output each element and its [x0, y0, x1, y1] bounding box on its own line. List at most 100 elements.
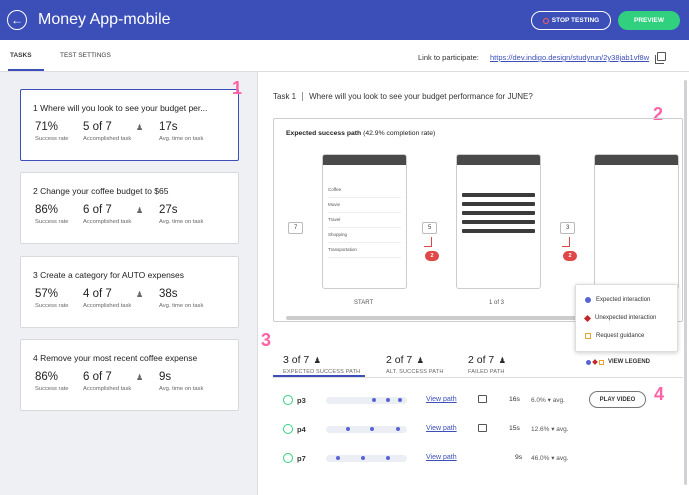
interaction-dot — [372, 398, 376, 402]
task-title: 4 Remove your most recent coffee expense — [33, 353, 198, 363]
task-title: 2 Change your coffee budget to $65 — [33, 186, 169, 196]
task-card-1[interactable]: 1 Where will you look to see your budget… — [20, 89, 239, 161]
legend-guidance-label: Request guidance — [596, 333, 645, 339]
vertical-scrollbar[interactable] — [684, 80, 687, 485]
unexpected-arrow-icon — [424, 237, 432, 247]
participant-avg: 6.0% ▾ avg. — [531, 397, 565, 404]
check-circle-icon — [283, 424, 293, 434]
stop-icon — [542, 17, 549, 24]
screen-thumbnail-2[interactable] — [594, 154, 679, 289]
people-icon: ♟ — [313, 356, 321, 365]
tab-test-settings[interactable]: TEST SETTINGS — [60, 52, 111, 59]
progress-bar — [462, 229, 535, 233]
participant-time: 15s — [509, 425, 520, 432]
path-title: Expected success path (42.9% completion … — [286, 130, 436, 137]
accomplished-task: 5 of 7 Accomplished task — [83, 121, 132, 142]
play-video-button[interactable]: PLAY VIDEO — [589, 391, 646, 408]
view-path-link[interactable]: View path — [426, 454, 457, 461]
comment-icon[interactable] — [478, 395, 487, 403]
participate-link[interactable]: https://dev.indigo.design/studyrun/2y38j… — [490, 53, 649, 62]
task-number: Task 1 — [273, 92, 297, 101]
unexpected-arrow-icon — [562, 237, 570, 247]
task-card-3[interactable]: 3 Create a category for AUTO expenses 57… — [20, 256, 239, 328]
horizontal-scrollbar[interactable] — [286, 316, 616, 320]
participant-avg: 12.6% ▾ avg. — [531, 426, 569, 433]
interaction-dot — [336, 456, 340, 460]
app-title: Money App-mobile — [38, 11, 171, 28]
progress-bar — [462, 193, 535, 197]
step-count-tag: 7 — [288, 222, 304, 234]
view-path-link[interactable]: View path — [426, 425, 457, 432]
accomplished-task: 4 of 7 Accomplished task — [83, 288, 132, 309]
comment-icon[interactable] — [478, 424, 487, 432]
participant-row: p7 View path 9s 46.0% ▾ avg. — [283, 453, 653, 467]
phone-row: Shopping — [328, 232, 401, 243]
check-circle-icon — [283, 395, 293, 405]
phone-row: Coffee — [328, 187, 401, 198]
red-diamond-icon — [583, 314, 592, 322]
view-path-link[interactable]: View path — [426, 396, 457, 403]
task-title: 3 Create a category for AUTO expenses — [33, 270, 185, 280]
orange-square-icon — [585, 333, 591, 339]
people-icon: ♟ — [136, 206, 144, 215]
check-circle-icon — [283, 453, 293, 463]
task-question: Where will you look to see your budget p… — [309, 92, 533, 101]
summary-alt-path[interactable]: 2 of 7 ♟ ALT. SUCCESS PATH — [386, 350, 444, 375]
path-progress-track — [326, 397, 407, 404]
participant-name: p7 — [297, 454, 306, 463]
screen-thumbnail-1[interactable] — [456, 154, 541, 289]
task-heading: Task 1 Where will you look to see your bu… — [273, 92, 533, 102]
blue-dot-icon — [585, 297, 591, 303]
task-detail-panel: Task 1 Where will you look to see your bu… — [258, 72, 689, 495]
progress-bar — [462, 220, 535, 224]
annotation-badge-3: 3 — [261, 330, 272, 350]
legend-unexpected: Unexpected interaction — [583, 314, 656, 322]
people-icon: ♟ — [136, 373, 144, 382]
avg-time: 38s Avg. time on task — [159, 288, 204, 309]
summary-divider — [273, 377, 683, 378]
active-tab-indicator — [8, 69, 44, 71]
participant-name: p3 — [297, 396, 306, 405]
success-rate: 86% Success rate — [35, 204, 69, 225]
interaction-dot — [396, 427, 400, 431]
avg-time: 17s Avg. time on task — [159, 121, 204, 142]
task-list-panel: 1 Where will you look to see your budget… — [0, 72, 258, 495]
participant-row: p4 View path 15s 12.6% ▾ avg. — [283, 424, 653, 438]
participate-link-label: Link to participate: — [418, 53, 479, 62]
summary-expected-path[interactable]: 3 of 7 ♟ EXPECTED SUCCESS PATH — [283, 350, 360, 375]
back-arrow-icon[interactable]: ← — [7, 10, 27, 30]
task-card-2[interactable]: 2 Change your coffee budget to $65 86% Su… — [20, 172, 239, 244]
legend-popover: Expected interaction Unexpected interact… — [575, 284, 678, 352]
interaction-dot — [361, 456, 365, 460]
screen-thumbnail-start[interactable]: Coffee Movie Travel Shopping Transportat… — [322, 154, 407, 289]
legend-expected: Expected interaction — [585, 297, 650, 303]
step-count-tag: 3 — [560, 222, 576, 234]
divider — [302, 92, 304, 102]
blue-dot-icon — [586, 359, 591, 365]
success-rate: 86% Success rate — [35, 371, 69, 392]
summary-value: 2 of 7 — [468, 354, 495, 366]
phone-row: Transportation — [328, 247, 401, 258]
success-rate: 57% Success rate — [35, 288, 69, 309]
people-icon: ♟ — [498, 356, 506, 365]
summary-label: FAILED PATH — [468, 369, 505, 375]
interaction-dot — [386, 398, 390, 402]
people-icon: ♟ — [136, 290, 144, 299]
copy-icon[interactable] — [655, 52, 666, 64]
stop-testing-button[interactable]: STOP TESTING — [531, 11, 611, 30]
view-legend-button[interactable]: VIEW LEGEND — [586, 359, 650, 365]
participant-time: 9s — [515, 454, 523, 461]
participant-name: p4 — [297, 425, 306, 434]
accomplished-task: 6 of 7 Accomplished task — [83, 371, 132, 392]
step-count-tag: 5 — [422, 222, 438, 234]
task-card-4[interactable]: 4 Remove your most recent coffee expense… — [20, 339, 239, 411]
people-icon: ♟ — [416, 356, 424, 365]
preview-button[interactable]: PREVIEW — [618, 11, 680, 30]
path-progress-track — [326, 455, 407, 462]
summary-failed-path[interactable]: 2 of 7 ♟ FAILED PATH — [468, 350, 506, 375]
phone-status-bar — [323, 155, 406, 165]
path-progress-track — [326, 426, 407, 433]
tab-tasks[interactable]: TASKS — [10, 52, 32, 59]
phone-row: Movie — [328, 202, 401, 213]
progress-bar — [462, 202, 535, 206]
